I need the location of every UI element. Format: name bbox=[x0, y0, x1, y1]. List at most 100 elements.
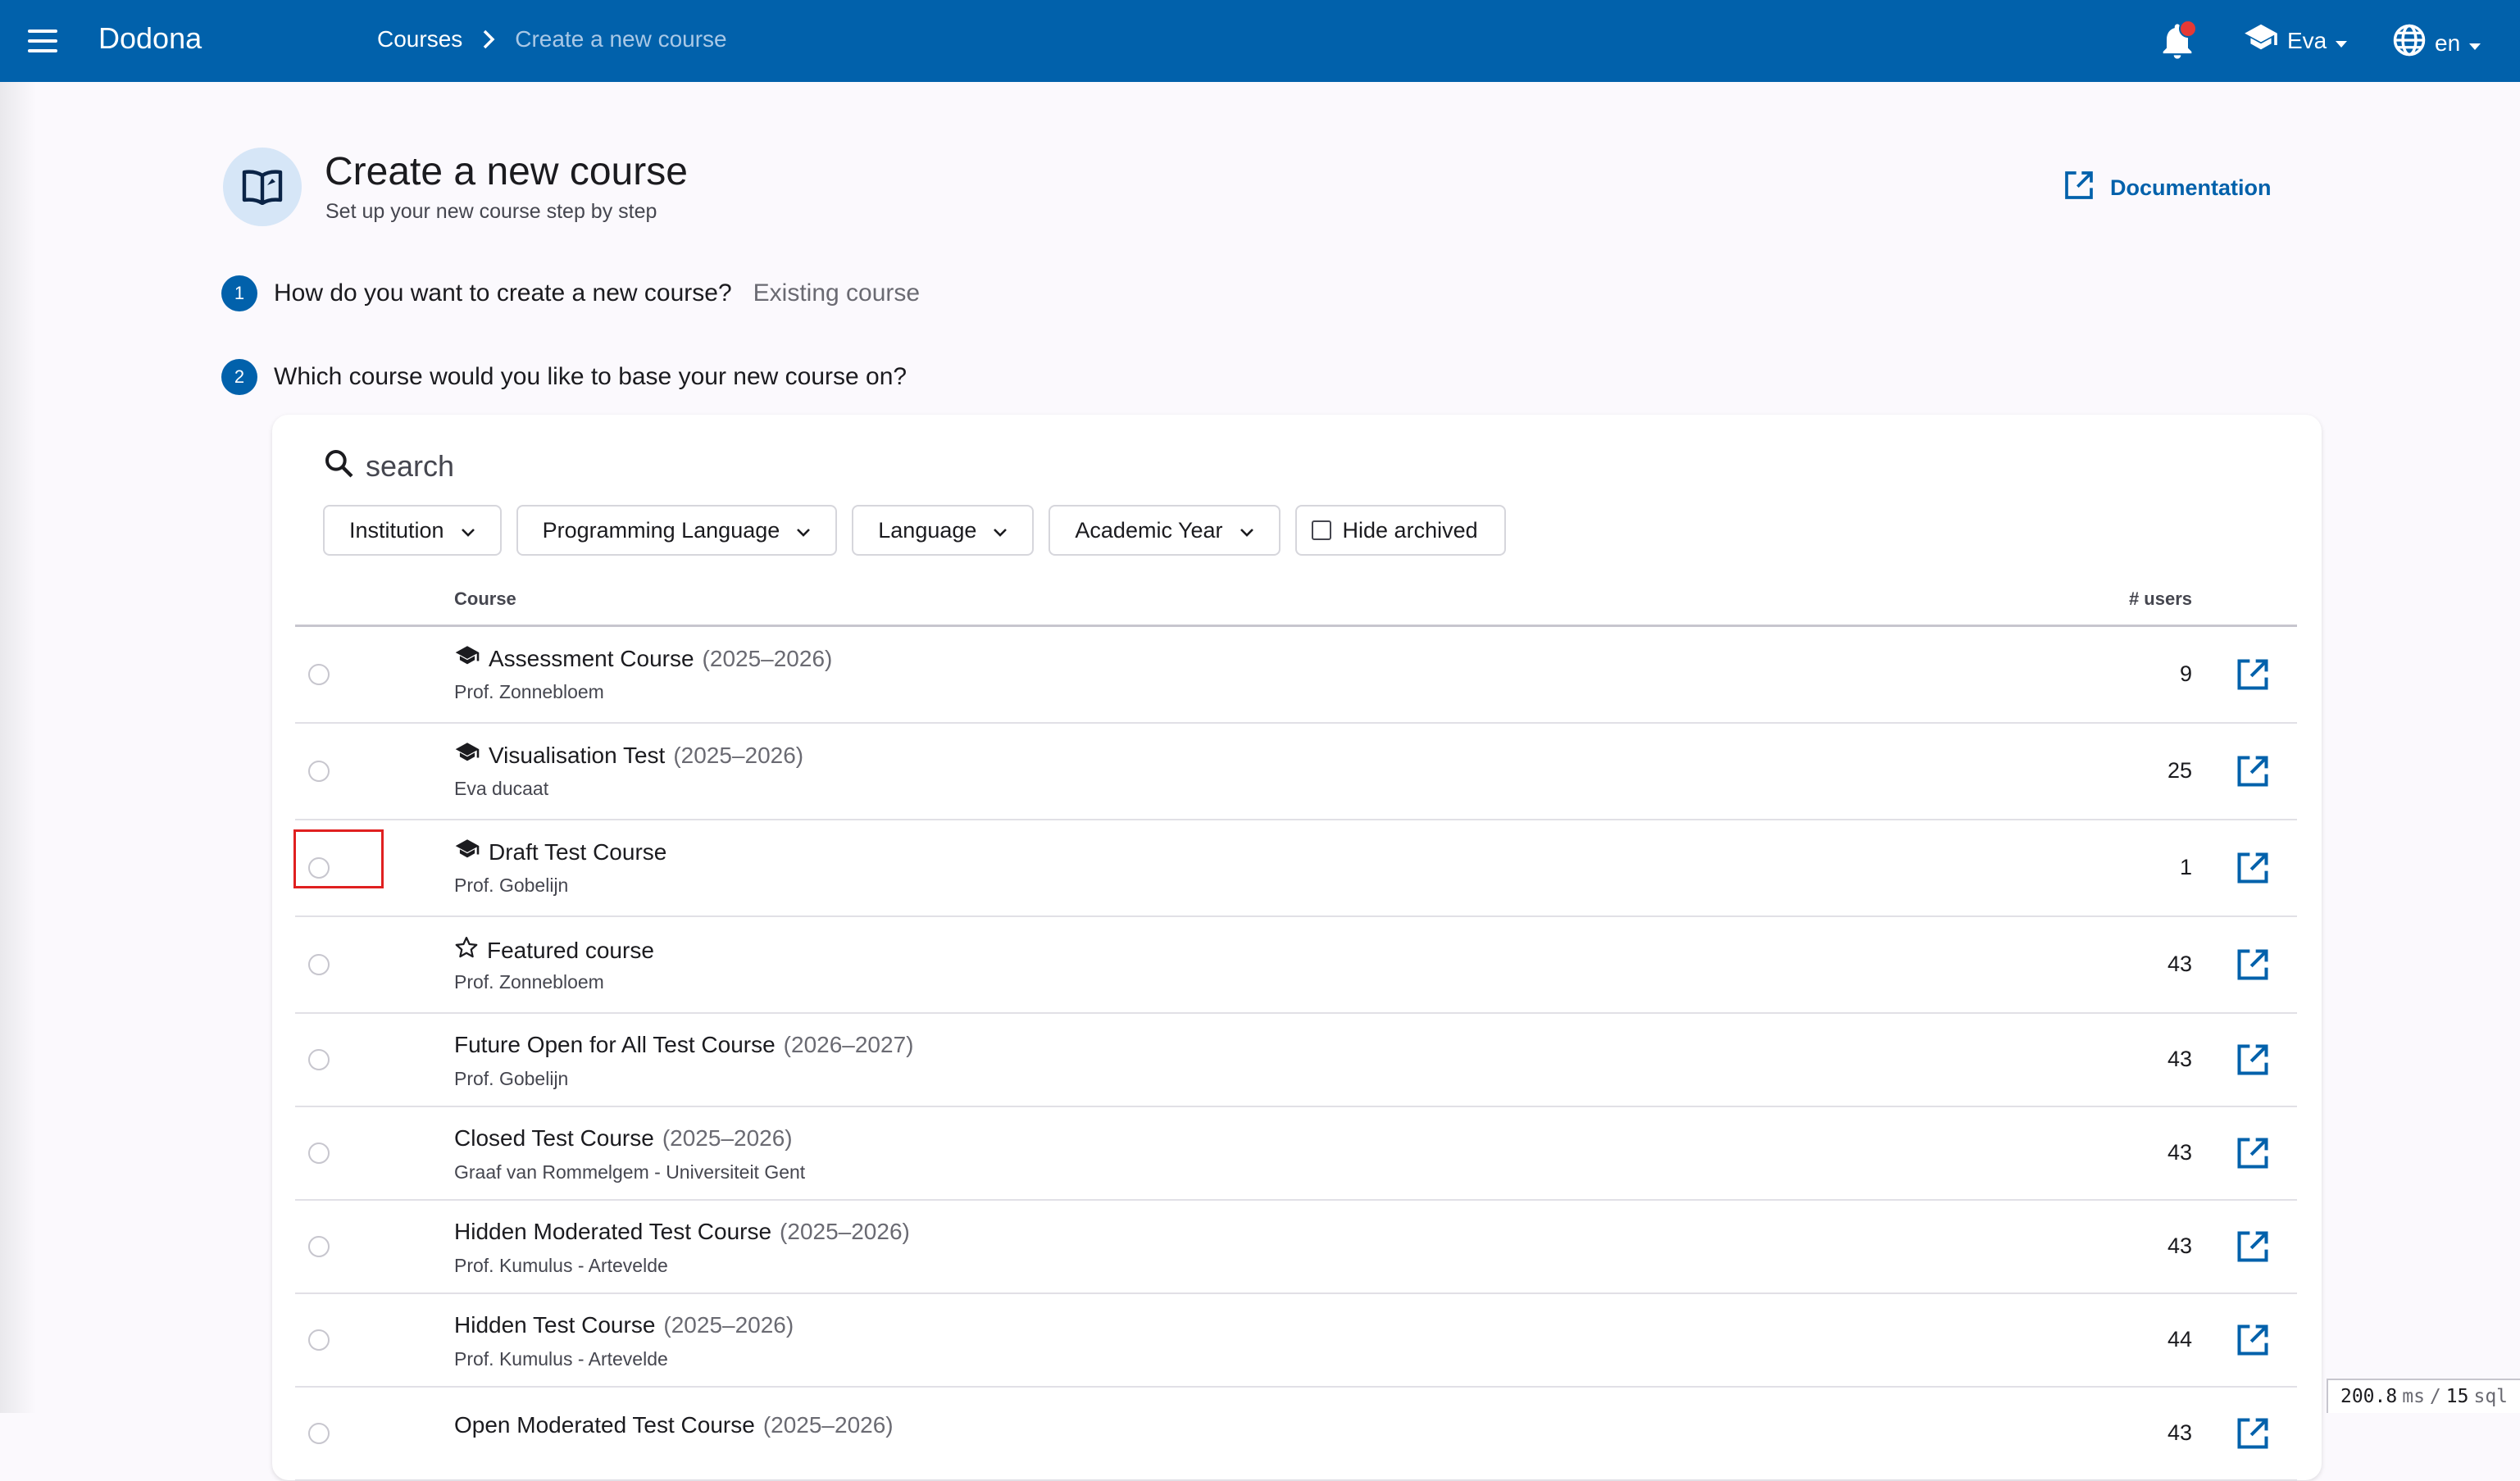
course-year: (2026–2027) bbox=[783, 1032, 914, 1057]
hamburger-menu-icon[interactable] bbox=[25, 25, 61, 57]
course-title: Closed Test Course (2025–2026) bbox=[454, 1125, 793, 1152]
table-row[interactable]: Closed Test Course (2025–2026) Graaf van R… bbox=[295, 1107, 2297, 1201]
course-title: Hidden Test Course (2025–2026) bbox=[454, 1312, 794, 1338]
breadcrumb-courses-link[interactable]: Courses bbox=[377, 26, 462, 52]
table-row[interactable]: Open Moderated Test Course (2025–2026) 43 bbox=[295, 1388, 2297, 1481]
perf-time-unit: ms bbox=[2402, 1386, 2425, 1407]
course-selection-card: search Institution Programming Language … bbox=[272, 415, 2322, 1481]
course-teacher: Prof. Kumulus - Artevelde bbox=[454, 1348, 668, 1370]
search-input[interactable]: search bbox=[366, 449, 454, 484]
column-header-users: # users bbox=[2128, 588, 2192, 609]
course-name[interactable]: Closed Test Course bbox=[454, 1125, 654, 1152]
table-row[interactable]: Draft Test Course Prof. Gobelijn 1 bbox=[295, 820, 2297, 917]
academic-year-filter[interactable]: Academic Year bbox=[1048, 505, 1280, 556]
search-field[interactable]: search bbox=[323, 447, 454, 484]
chevron-down-icon bbox=[796, 518, 811, 543]
filter-label: Programming Language bbox=[542, 517, 780, 543]
graduation-cap-icon bbox=[454, 742, 480, 769]
search-icon bbox=[323, 447, 356, 484]
course-year: (2025–2026) bbox=[702, 645, 833, 671]
course-radio[interactable] bbox=[308, 1143, 330, 1164]
language-menu[interactable]: en bbox=[2392, 23, 2481, 63]
graduation-cap-icon bbox=[454, 645, 480, 672]
perf-separator: / bbox=[2429, 1386, 2441, 1407]
course-name[interactable]: Open Moderated Test Course bbox=[454, 1412, 755, 1438]
course-name[interactable]: Featured course bbox=[487, 938, 654, 964]
step-2: 2 Which course would you like to base yo… bbox=[221, 359, 907, 395]
table-row[interactable]: Visualisation Test (2025–2026) Eva ducaat 2… bbox=[295, 724, 2297, 820]
course-teacher: Graaf van Rommelgem - Universiteit Gent bbox=[454, 1161, 806, 1183]
open-in-new-icon[interactable] bbox=[2235, 850, 2271, 886]
open-in-new-icon[interactable] bbox=[2235, 1415, 2271, 1451]
globe-icon bbox=[2392, 23, 2427, 63]
step-number: 1 bbox=[221, 275, 257, 311]
open-in-new-icon[interactable] bbox=[2235, 1042, 2271, 1078]
user-name: Eva bbox=[2287, 27, 2327, 53]
table-row[interactable]: Hidden Moderated Test Course (2025–2026) P… bbox=[295, 1201, 2297, 1294]
course-year: (2025–2026) bbox=[662, 1125, 793, 1151]
course-name[interactable]: Draft Test Course bbox=[489, 839, 666, 865]
course-name[interactable]: Hidden Test Course bbox=[454, 1312, 655, 1338]
course-radio[interactable] bbox=[308, 954, 330, 975]
perf-time: 200.8 bbox=[2340, 1386, 2398, 1407]
course-radio[interactable] bbox=[308, 1236, 330, 1257]
course-name[interactable]: Visualisation Test bbox=[489, 743, 665, 769]
course-user-count: 43 bbox=[2167, 1233, 2192, 1258]
step-question: How do you want to create a new course? bbox=[274, 279, 732, 307]
course-year: (2025–2026) bbox=[780, 1219, 910, 1244]
star-outline-icon bbox=[454, 935, 479, 965]
open-in-new-icon[interactable] bbox=[2235, 753, 2271, 789]
course-radio[interactable] bbox=[308, 664, 330, 685]
course-title: Draft Test Course bbox=[454, 838, 675, 865]
table-row[interactable]: Assessment Course (2025–2026) Prof. Zonneb… bbox=[295, 627, 2297, 724]
open-in-new-icon[interactable] bbox=[2235, 1229, 2271, 1265]
page-title: Create a new course bbox=[325, 150, 688, 193]
open-in-new-icon[interactable] bbox=[2235, 947, 2271, 983]
course-table: Course # users Assessment Course (2025–20… bbox=[295, 567, 2297, 1481]
course-name[interactable]: Assessment Course bbox=[489, 646, 694, 672]
caret-down-icon bbox=[2335, 28, 2348, 54]
open-in-new-icon[interactable] bbox=[2235, 656, 2271, 693]
top-app-bar: Dodona Courses Create a new course Eva e… bbox=[0, 0, 2520, 82]
selection-highlight-box bbox=[293, 829, 384, 888]
course-radio[interactable] bbox=[308, 1423, 330, 1444]
course-radio[interactable] bbox=[308, 1329, 330, 1351]
course-radio[interactable] bbox=[308, 1049, 330, 1070]
programming-language-filter[interactable]: Programming Language bbox=[516, 505, 838, 556]
table-body: Assessment Course (2025–2026) Prof. Zonneb… bbox=[295, 627, 2297, 1481]
notifications-bell-icon[interactable] bbox=[2156, 20, 2199, 62]
table-row[interactable]: Featured course Prof. Zonnebloem 43 bbox=[295, 917, 2297, 1014]
user-menu[interactable]: Eva bbox=[2243, 23, 2348, 58]
open-in-new-icon[interactable] bbox=[2235, 1322, 2271, 1358]
table-row[interactable]: Hidden Test Course (2025–2026) Prof. Kumul… bbox=[295, 1294, 2297, 1388]
table-row[interactable]: Future Open for All Test Course (2026–202… bbox=[295, 1014, 2297, 1107]
hide-archived-toggle[interactable]: Hide archived bbox=[1294, 505, 1506, 556]
filter-label: Institution bbox=[349, 517, 444, 543]
breadcrumb-current: Create a new course bbox=[515, 26, 727, 52]
notification-badge bbox=[2179, 20, 2197, 38]
course-radio[interactable] bbox=[308, 761, 330, 782]
chevron-right-icon bbox=[480, 28, 497, 51]
course-user-count: 1 bbox=[2179, 855, 2192, 879]
institution-filter[interactable]: Institution bbox=[323, 505, 502, 556]
course-name[interactable]: Future Open for All Test Course bbox=[454, 1032, 776, 1058]
language-filter[interactable]: Language bbox=[852, 505, 1035, 556]
hide-archived-checkbox[interactable] bbox=[1311, 520, 1331, 540]
brand-name[interactable]: Dodona bbox=[98, 21, 202, 56]
course-year: (2025–2026) bbox=[663, 1312, 794, 1338]
open-in-new-icon[interactable] bbox=[2235, 1135, 2271, 1171]
course-title: Hidden Moderated Test Course (2025–2026) bbox=[454, 1219, 910, 1245]
course-title: Future Open for All Test Course (2026–202… bbox=[454, 1032, 913, 1058]
documentation-link[interactable]: Documentation bbox=[2063, 169, 2272, 207]
course-teacher: Prof. Zonnebloem bbox=[454, 681, 604, 702]
course-user-count: 43 bbox=[2167, 952, 2192, 976]
step-1: 1 How do you want to create a new course… bbox=[221, 275, 920, 311]
step-question: Which course would you like to base your… bbox=[274, 363, 907, 390]
step-number: 2 bbox=[221, 359, 257, 395]
course-name[interactable]: Hidden Moderated Test Course bbox=[454, 1219, 771, 1245]
page-edge-shadow bbox=[0, 82, 36, 1413]
documentation-label: Documentation bbox=[2110, 175, 2272, 200]
performance-badge: 200.8 ms / 15 sql bbox=[2327, 1379, 2520, 1413]
step-answer[interactable]: Existing course bbox=[753, 279, 920, 307]
course-title: Open Moderated Test Course (2025–2026) bbox=[454, 1412, 894, 1438]
